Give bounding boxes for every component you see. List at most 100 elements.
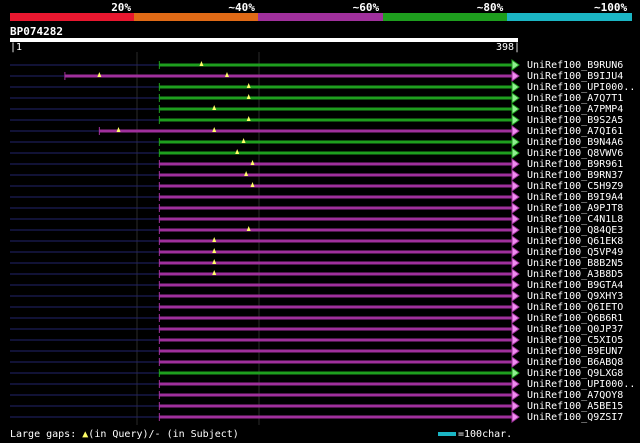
hit-end-arrow xyxy=(511,257,520,269)
scale-legend: =100char. xyxy=(438,429,512,440)
hit-end-arrow xyxy=(511,268,520,280)
hit-name-link[interactable]: UniRef100_Q84QE3 xyxy=(527,225,623,236)
hit-name-link[interactable]: UniRef100_B9RUN6 xyxy=(527,60,623,71)
hit-end-arrow xyxy=(511,400,520,412)
hit-end-arrow xyxy=(511,70,520,82)
hit-end-arrow xyxy=(511,213,520,225)
hit-end-arrow xyxy=(511,136,520,148)
hit-end-arrow xyxy=(511,290,520,302)
hit-name-link[interactable]: UniRef100_B9GTA4 xyxy=(527,280,623,291)
hit-alignment-bar[interactable] xyxy=(159,184,517,188)
hit-alignment-bar[interactable] xyxy=(159,371,517,375)
hit-alignment-bar[interactable] xyxy=(159,151,517,155)
hit-end-arrow xyxy=(511,279,520,291)
hit-end-arrow xyxy=(511,411,520,423)
hit-alignment-bar[interactable] xyxy=(159,195,517,199)
hit-alignment-bar[interactable] xyxy=(159,85,517,89)
hit-alignment-bar[interactable] xyxy=(159,283,517,287)
hit-alignment-bar[interactable] xyxy=(159,63,517,67)
hit-name-link[interactable]: UniRef100_Q9ZSI7 xyxy=(527,412,623,423)
hit-name-link[interactable]: UniRef100_Q6B6R1 xyxy=(527,313,623,324)
hit-name-link[interactable]: UniRef100_A3B8D5 xyxy=(527,269,623,280)
hit-alignment-bar[interactable] xyxy=(159,404,517,408)
hit-name-link[interactable]: UniRef100_A7PMP4 xyxy=(527,104,623,115)
large-gaps-text: (in Query)/- (in Subject) xyxy=(88,429,239,440)
hit-alignment-bar[interactable] xyxy=(159,382,517,386)
hit-end-arrow xyxy=(511,367,520,379)
hit-alignment-bar[interactable] xyxy=(159,217,517,221)
hit-name-link[interactable]: UniRef100_B9IJU4 xyxy=(527,71,623,82)
hit-end-arrow xyxy=(511,158,520,170)
hit-name-link[interactable]: UniRef100_C5H9Z9 xyxy=(527,181,623,192)
large-gaps-prefix: Large gaps: xyxy=(10,429,77,440)
large-gaps-legend: Large gaps: ▲(in Query)/- (in Subject) xyxy=(10,429,239,440)
hit-alignment-bar[interactable] xyxy=(159,316,517,320)
hit-end-arrow xyxy=(511,323,520,335)
hit-name-link[interactable]: UniRef100_B9N4A6 xyxy=(527,137,623,148)
hit-name-link[interactable]: UniRef100_B6ABQ8 xyxy=(527,357,623,368)
hit-name-link[interactable]: UniRef100_B9S2A5 xyxy=(527,115,623,126)
hit-alignment-bar[interactable] xyxy=(159,206,517,210)
hit-alignment-bar[interactable] xyxy=(159,393,517,397)
hit-alignment-bar[interactable] xyxy=(159,415,517,419)
hit-name-link[interactable]: UniRef100_UPI000.. xyxy=(527,379,635,390)
hit-end-arrow xyxy=(511,224,520,236)
hit-alignment-bar[interactable] xyxy=(159,349,517,353)
hit-name-link[interactable]: UniRef100_B9R961 xyxy=(527,159,623,170)
hit-alignment-bar[interactable] xyxy=(159,305,517,309)
hit-name-link[interactable]: UniRef100_A7QI61 xyxy=(527,126,623,137)
hit-name-link[interactable]: UniRef100_A7Q7T1 xyxy=(527,93,623,104)
hit-alignment-bar[interactable] xyxy=(159,360,517,364)
hit-end-arrow xyxy=(511,301,520,313)
hit-name-link[interactable]: UniRef100_A7QOY8 xyxy=(527,390,623,401)
hit-end-arrow xyxy=(511,103,520,115)
hit-end-arrow xyxy=(511,378,520,390)
hit-name-link[interactable]: UniRef100_C4N1L8 xyxy=(527,214,623,225)
hit-end-arrow xyxy=(511,356,520,368)
hit-name-link[interactable]: UniRef100_C5XIO5 xyxy=(527,335,623,346)
hit-end-arrow xyxy=(511,92,520,104)
hit-end-arrow xyxy=(511,81,520,93)
hit-name-link[interactable]: UniRef100_UPI000.. xyxy=(527,82,635,93)
scale-text: =100char. xyxy=(458,429,513,440)
hit-end-arrow xyxy=(511,235,520,247)
hit-end-arrow xyxy=(511,202,520,214)
hit-alignment-bar[interactable] xyxy=(159,96,517,100)
hit-name-link[interactable]: UniRef100_Q5VP49 xyxy=(527,247,623,258)
hit-name-link[interactable]: UniRef100_A9PJT8 xyxy=(527,203,623,214)
hit-alignment-bar[interactable] xyxy=(159,338,517,342)
hit-end-arrow xyxy=(511,169,520,181)
hit-end-arrow xyxy=(511,191,520,203)
hit-alignment-bar[interactable] xyxy=(159,162,517,166)
hit-name-link[interactable]: UniRef100_B8B2N5 xyxy=(527,258,623,269)
hit-name-link[interactable]: UniRef100_B9I9A4 xyxy=(527,192,623,203)
hit-name-link[interactable]: UniRef100_Q9XHY3 xyxy=(527,291,623,302)
hit-name-link[interactable]: UniRef100_Q8VWV6 xyxy=(527,148,623,159)
hit-name-link[interactable]: UniRef100_B9RN37 xyxy=(527,170,623,181)
hit-end-arrow xyxy=(511,59,520,71)
hit-name-link[interactable]: UniRef100_Q9LXG8 xyxy=(527,368,623,379)
hit-alignment-bar[interactable] xyxy=(64,74,516,78)
hit-end-arrow xyxy=(511,345,520,357)
hit-alignment-bar[interactable] xyxy=(99,129,516,133)
hit-name-link[interactable]: UniRef100_Q0JP37 xyxy=(527,324,623,335)
hit-name-link[interactable]: UniRef100_A5BE15 xyxy=(527,401,623,412)
hit-name-link[interactable]: UniRef100_Q61EK8 xyxy=(527,236,623,247)
hit-alignment-bar[interactable] xyxy=(159,327,517,331)
scale-bar xyxy=(438,432,456,436)
hit-alignment-bar[interactable] xyxy=(159,118,517,122)
hit-alignment-bar[interactable] xyxy=(159,173,517,177)
hit-end-arrow xyxy=(511,389,520,401)
hit-alignment-bar[interactable] xyxy=(159,294,517,298)
hit-end-arrow xyxy=(511,180,520,192)
hit-name-link[interactable]: UniRef100_B9EUN7 xyxy=(527,346,623,357)
hit-end-arrow xyxy=(511,147,520,159)
hit-end-arrow xyxy=(511,125,520,137)
hit-end-arrow xyxy=(511,334,520,346)
hit-alignment-bar[interactable] xyxy=(159,140,517,144)
hit-end-arrow xyxy=(511,246,520,258)
hit-alignment-bar[interactable] xyxy=(159,228,517,232)
hit-name-link[interactable]: UniRef100_Q6IETO xyxy=(527,302,623,313)
hit-end-arrow xyxy=(511,114,520,126)
hit-end-arrow xyxy=(511,312,520,324)
